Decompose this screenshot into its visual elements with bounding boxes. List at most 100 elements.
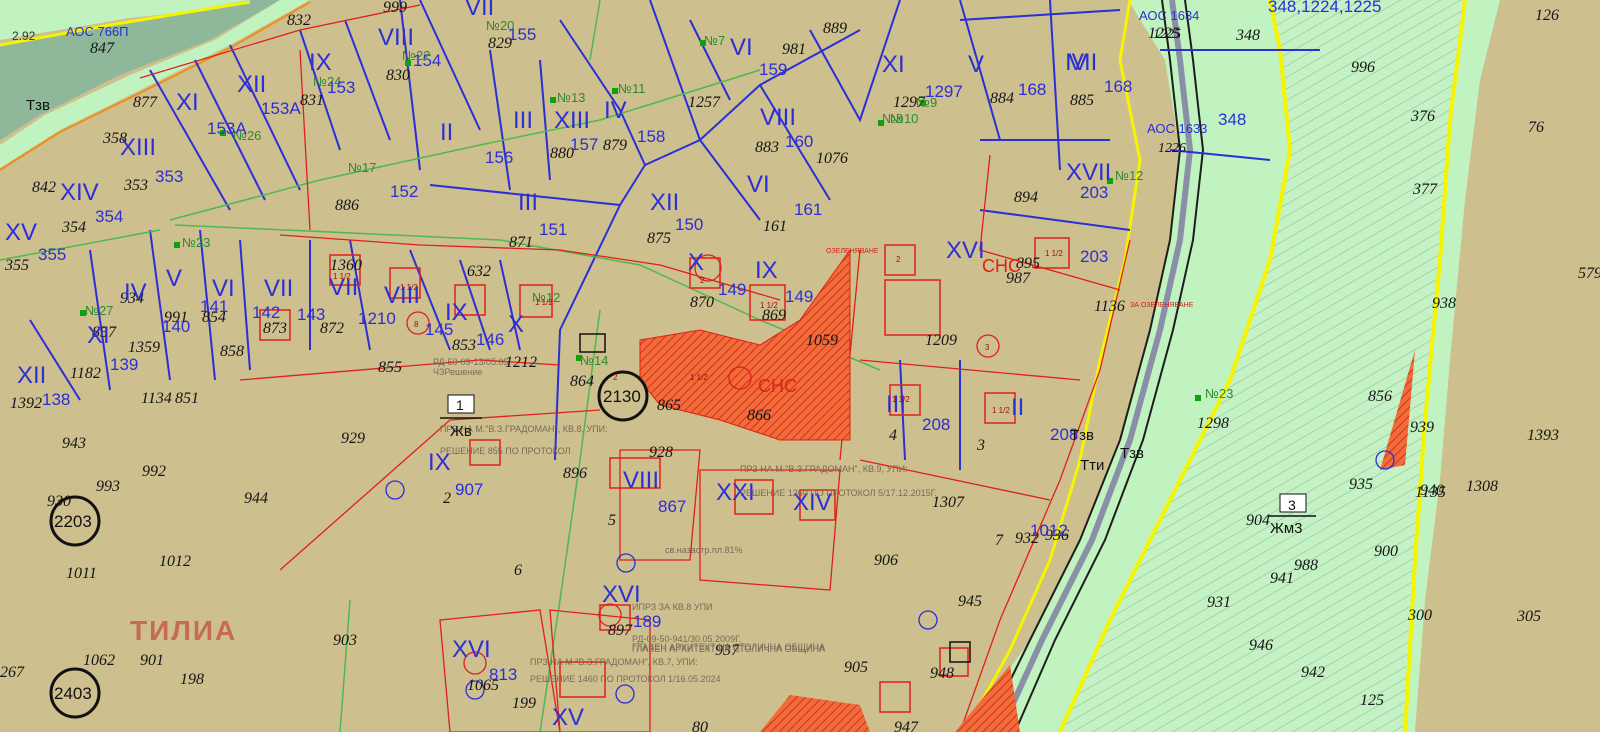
parcel-number: 1308 bbox=[1466, 478, 1498, 495]
well-label: №14 bbox=[580, 353, 608, 368]
parcel-number: 1257 bbox=[688, 94, 721, 111]
zone-label: Тзв bbox=[1070, 427, 1094, 444]
parcel-number: 886 bbox=[335, 197, 359, 214]
plan-note: ГЛАВЕН АРХИТЕКТ НА СТОЛИЧНА ОБЩИНА bbox=[632, 644, 825, 654]
parcel-number: 901 bbox=[140, 652, 164, 669]
parcel-number: 847 bbox=[90, 40, 115, 57]
parcel-number: 864 bbox=[570, 373, 594, 390]
parcel-number: 1062 bbox=[83, 652, 115, 669]
parcel-number: 946 bbox=[1249, 637, 1273, 654]
parcel-number: 1392 bbox=[10, 395, 42, 412]
parcel-number: 1307 bbox=[932, 494, 965, 511]
upi-number: 168 bbox=[1104, 77, 1132, 96]
upi-number: 149 bbox=[785, 287, 813, 306]
parcel-number: 943 bbox=[62, 435, 86, 452]
quarter-number: IX bbox=[309, 49, 332, 76]
parcel-number: 1012 bbox=[159, 553, 191, 570]
building-floors: 1 1/2 bbox=[760, 301, 778, 310]
upi-number: 348 bbox=[1218, 110, 1246, 129]
cadastral-map[interactable]: 832 999 829 889 981 1225 348 126 847 830 831 877 125… bbox=[0, 0, 1600, 732]
parcel-number: 853 bbox=[452, 337, 476, 354]
parcel-number: 930 bbox=[47, 493, 71, 510]
well-label: №12 bbox=[1115, 168, 1143, 183]
parcel-number: 903 bbox=[333, 632, 357, 649]
parcel-number: 871 bbox=[509, 234, 533, 251]
parcel-number: 879 bbox=[603, 137, 627, 154]
upi-number: 138 bbox=[42, 390, 70, 409]
circled-number: 2203 bbox=[54, 512, 92, 531]
building-floors: 2 bbox=[700, 276, 705, 285]
upi-number: 141 bbox=[200, 297, 228, 316]
well-label: №13 bbox=[557, 90, 585, 105]
building-floors: 1 1/2 bbox=[535, 298, 553, 307]
building-floors: 8 bbox=[414, 320, 419, 329]
well-label: №24 bbox=[313, 74, 341, 89]
parcel-number: 6 bbox=[514, 562, 522, 579]
upi-number: 203 bbox=[1080, 247, 1108, 266]
parcel-number: 889 bbox=[823, 20, 847, 37]
parcel-number: 355 bbox=[4, 257, 29, 274]
parcel-number: 3 bbox=[976, 437, 985, 454]
road-parcel-label: 348,1224,1225 bbox=[1268, 0, 1381, 16]
zone-label: Жм3 bbox=[1270, 520, 1303, 537]
well-label: №9 bbox=[916, 95, 937, 110]
parcel-number: 939 bbox=[1410, 419, 1434, 436]
parcel-number: 851 bbox=[175, 390, 199, 407]
parcel-number: 904 bbox=[1246, 512, 1270, 529]
parcel-number: 832 bbox=[287, 12, 311, 29]
quarter-number: XVII bbox=[1066, 159, 1111, 186]
parcel-number: 1136 bbox=[1094, 298, 1125, 315]
parcel-number: 885 bbox=[1070, 92, 1094, 109]
upi-number: 145 bbox=[425, 320, 453, 339]
parcel-number: 883 bbox=[755, 139, 779, 156]
quarter-number: XII bbox=[17, 362, 46, 389]
well-label: №11 bbox=[618, 81, 645, 96]
aoc-number: 1225 bbox=[1153, 27, 1181, 42]
parcel-number: 126 bbox=[1535, 7, 1559, 24]
quarter-number: III bbox=[518, 189, 538, 216]
parcel-number: 354 bbox=[61, 219, 86, 236]
quarter-number: IX bbox=[755, 257, 778, 284]
aoc-label: АОС 766П bbox=[66, 24, 129, 39]
well-label: №20 bbox=[486, 18, 514, 33]
quarter-number: III bbox=[513, 107, 533, 134]
parcel-number: 865 bbox=[657, 397, 681, 414]
quarter-number: VII bbox=[264, 275, 293, 302]
parcel-number: 941 bbox=[1270, 570, 1294, 587]
plan-note: ПРЗ НА М."В.З.ГРАДОМАН", КВ.7, УПИ: bbox=[530, 657, 698, 667]
quarter-number: XIV bbox=[60, 179, 99, 206]
parcel-number: 1182 bbox=[70, 365, 101, 382]
parcel-number: 377 bbox=[1412, 181, 1438, 198]
upi-number: 140 bbox=[162, 317, 190, 336]
upi-number: 143 bbox=[297, 305, 325, 324]
parcel-number: 945 bbox=[958, 593, 982, 610]
parcel-number: 858 bbox=[220, 343, 244, 360]
zone-label: Тти bbox=[1080, 457, 1104, 474]
upi-number: 158 bbox=[637, 127, 665, 146]
parcel-number: 877 bbox=[133, 94, 158, 111]
parcel-number: 931 bbox=[1207, 594, 1231, 611]
parcel-number: 866 bbox=[747, 407, 771, 424]
parcel-number: 1393 bbox=[1527, 427, 1559, 444]
parcel-number: 1359 bbox=[128, 339, 160, 356]
quarter-number: VII bbox=[1068, 49, 1097, 76]
building-floors: 3 bbox=[985, 343, 990, 352]
parcel-number: 1011 bbox=[66, 565, 97, 582]
parcel-number: 900 bbox=[1374, 543, 1398, 560]
parcel-number: 125 bbox=[1360, 692, 1384, 709]
plan-note: ПРЗ НА М."В.З.ГРАДОМАН", КВ.9, УПИ: bbox=[740, 464, 908, 474]
building-floors: 1 1/2 bbox=[892, 395, 910, 404]
parcel-number: 906 bbox=[874, 552, 898, 569]
parcel-number: 1059 bbox=[806, 332, 838, 349]
well-label: №27 bbox=[85, 303, 113, 318]
parcel-number: 4 bbox=[889, 427, 897, 444]
building-floors: 1 1/2 bbox=[690, 373, 708, 382]
parcel-number: 842 bbox=[32, 179, 56, 196]
building-floors: 2 bbox=[613, 373, 618, 382]
zone-label: Тзв bbox=[26, 97, 50, 114]
quarter-number: X bbox=[688, 249, 704, 276]
parcel-number: 894 bbox=[1014, 189, 1038, 206]
parcel-number: 76 bbox=[1528, 119, 1544, 136]
parcel-number: 929 bbox=[341, 430, 365, 447]
circled-number: 2130 bbox=[603, 387, 641, 406]
